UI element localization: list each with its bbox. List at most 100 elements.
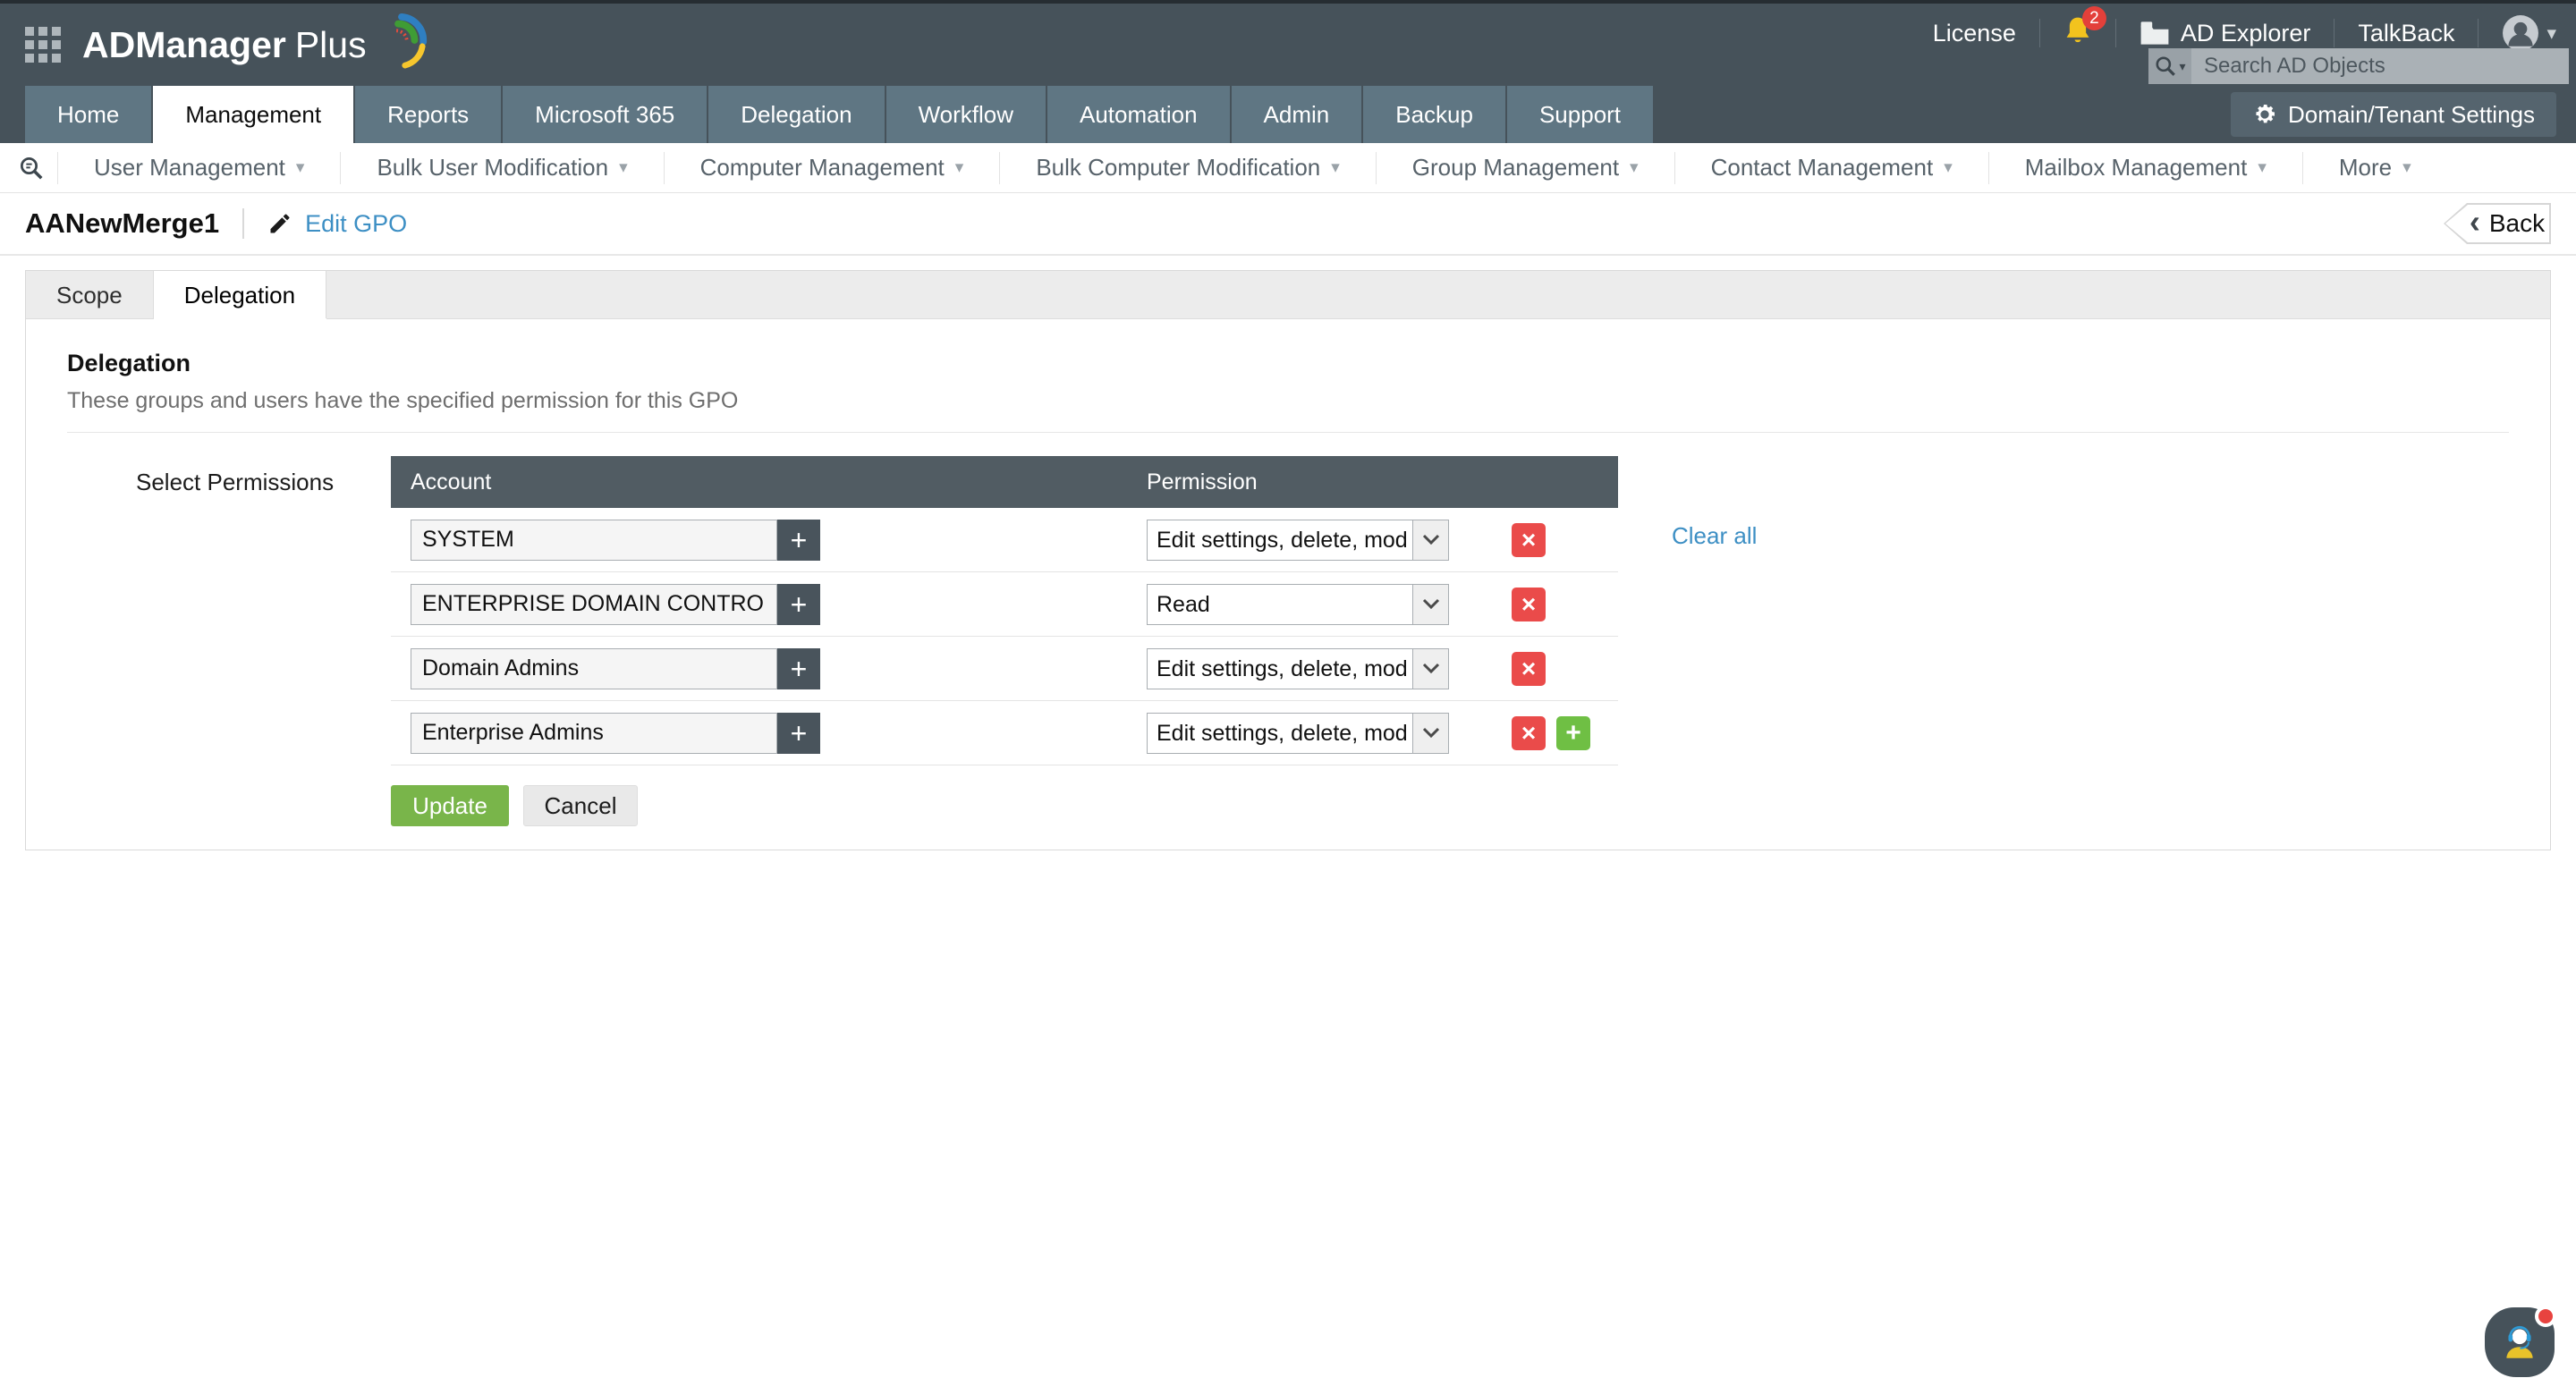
subnav-menu[interactable]: User Management ▾ [57,152,340,184]
nav-tab-label: Workflow [919,101,1013,128]
app-launcher-icon[interactable] [25,27,61,63]
nav-tab-label: Home [57,101,119,128]
gear-icon [2252,102,2277,127]
advanced-search-icon[interactable] [18,155,45,182]
nav-tab-label: Backup [1395,101,1473,128]
account-picker-button[interactable]: + [777,713,820,754]
account-picker-button[interactable]: + [777,520,820,561]
pencil-icon [267,211,292,236]
support-chat-button[interactable] [2485,1307,2555,1377]
section-subtitle: These groups and users have the specifie… [67,388,2509,414]
account-cell: + [411,584,1147,625]
topbar: ADManager Plus License 2 [0,0,2576,86]
remove-row-button[interactable]: × [1512,716,1546,750]
license-link[interactable]: License [1933,20,2016,47]
nav-tab[interactable]: Workflow [886,86,1046,143]
subnav-menu[interactable]: Mailbox Management ▾ [1988,152,2302,184]
chevron-down-icon: ▾ [2179,59,2185,74]
nav-tab[interactable]: Support [1507,86,1653,143]
subnav-menu[interactable]: Bulk User Modification ▾ [340,152,663,184]
subnav-menu-label: Bulk User Modification [377,154,608,182]
nav-tab-label: Reports [387,101,469,128]
permission-row: + Read × + [391,572,1618,637]
subnav-menu-label: More [2339,154,2392,182]
settings-button-label: Domain/Tenant Settings [2288,101,2535,129]
update-button[interactable]: Update [391,785,509,826]
chevron-down-icon: ▾ [619,157,628,178]
account-picker-button[interactable]: + [777,584,820,625]
divider [2115,19,2116,47]
add-row-button[interactable]: + [1556,716,1590,750]
nav-tab[interactable]: Management [153,86,353,143]
nav-tab[interactable]: Delegation [708,86,884,143]
edit-gpo[interactable]: Edit GPO [267,210,407,238]
subnav-menu[interactable]: More ▾ [2302,152,2447,184]
app-root: ADManager Plus License 2 [0,0,2576,1395]
permission-select[interactable]: Edit settings, delete, mod [1147,713,1449,754]
user-menu[interactable]: ▾ [2502,14,2556,52]
edit-gpo-link[interactable]: Edit GPO [305,210,407,238]
remove-row-button[interactable]: × [1512,523,1546,557]
chevron-down-icon [1412,585,1448,624]
subnav-menu[interactable]: Group Management ▾ [1376,152,1674,184]
chevron-down-icon [1412,714,1448,753]
notifications-button[interactable]: 2 [2063,15,2092,52]
permission-row: + Edit settings, delete, mod × + [391,701,1618,765]
account-input[interactable] [411,584,777,625]
nav-tab-label: Management [185,101,321,128]
account-cell: + [411,520,1147,561]
back-button-label: Back [2489,209,2545,238]
form-actions: Update Cancel [391,785,1618,826]
nav-tab[interactable]: Backup [1363,86,1505,143]
account-input[interactable] [411,520,777,561]
page-header: AANewMerge1 Edit GPO ‹ Back [0,193,2576,256]
account-picker-button[interactable]: + [777,648,820,689]
column-header-permission: Permission [1147,469,1258,495]
search-input[interactable] [2191,48,2569,84]
chevron-down-icon [1412,649,1448,689]
permission-select-value: Read [1148,585,1412,624]
nav-tab[interactable]: Microsoft 365 [503,86,707,143]
tab-delegation[interactable]: Delegation [154,271,326,318]
nav-tab[interactable]: Reports [355,86,501,143]
account-input[interactable] [411,648,777,689]
remove-row-button[interactable]: × [1512,652,1546,686]
magnifier-icon [18,155,45,182]
magnifier-icon [2154,55,2177,78]
chevron-down-icon: ▾ [2546,22,2556,45]
talkback-link[interactable]: TalkBack [2358,20,2454,47]
account-cell: + [411,648,1147,689]
main-nav: Home Management Reports Microsoft 365 De… [0,86,2576,143]
folder-icon [2140,21,2170,46]
permission-select[interactable]: Edit settings, delete, mod [1147,648,1449,689]
panel-tabs: Scope Delegation [26,271,2550,319]
nav-tab[interactable]: Admin [1232,86,1362,143]
subnav-menu[interactable]: Contact Management ▾ [1674,152,1988,184]
subnav-menu[interactable]: Computer Management ▾ [664,152,1000,184]
permission-select-value: Edit settings, delete, mod [1148,714,1412,753]
domain-tenant-settings-button[interactable]: Domain/Tenant Settings [2231,92,2556,137]
clear-all-link[interactable]: Clear all [1672,522,1757,550]
subnav-menu[interactable]: Bulk Computer Modification ▾ [999,152,1375,184]
ad-explorer-link[interactable]: AD Explorer [2140,20,2311,47]
permission-select[interactable]: Read [1147,584,1449,625]
permission-select[interactable]: Edit settings, delete, mod [1147,520,1449,561]
tab-scope[interactable]: Scope [26,271,154,318]
delegation-panel: Delegation These groups and users have t… [26,319,2550,850]
cancel-button[interactable]: Cancel [523,785,638,826]
chevron-down-icon [1412,520,1448,560]
search-icon[interactable]: ▾ [2148,48,2191,84]
support-agent-icon [2499,1322,2540,1363]
notification-badge: 2 [2082,6,2106,30]
permission-row: + Edit settings, delete, mod × + [391,637,1618,701]
brand-logo: ADManager Plus [82,21,428,69]
back-button[interactable]: ‹ Back [2444,203,2551,244]
remove-row-button[interactable]: × [1512,588,1546,621]
divider [2039,19,2040,47]
nav-tab[interactable]: Automation [1047,86,1230,143]
nav-tab-label: Microsoft 365 [535,101,674,128]
gpo-panel: Scope Delegation Delegation These groups… [25,270,2551,850]
account-input[interactable] [411,713,777,754]
nav-tab[interactable]: Home [25,86,151,143]
chevron-left-icon: ‹ [2470,206,2480,238]
